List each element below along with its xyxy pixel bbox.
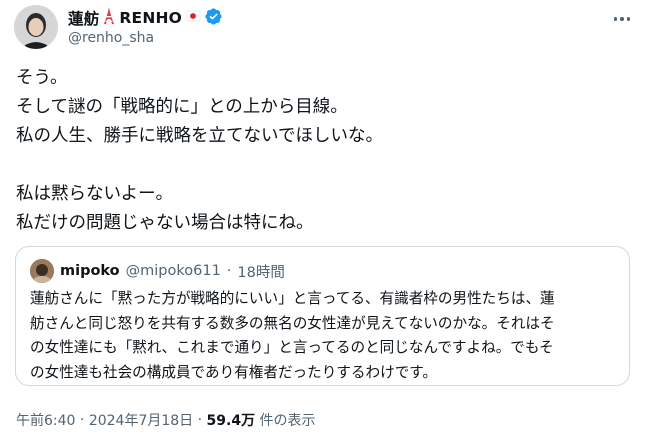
author-name-row[interactable]: 蓮舫 RENHO xyxy=(68,7,223,29)
quoted-author-handle: @mipoko611 xyxy=(125,263,221,279)
post-date[interactable]: 2024年7月18日 xyxy=(89,410,193,430)
quoted-tweet-text: 蓮舫さんに「黙った方が戦略的にいい」と言ってる、有識者枠の男性たちは、蓮 舫さん… xyxy=(30,290,555,381)
verified-badge-icon xyxy=(204,7,223,30)
tweet-footer: 午前6:40 · 2024年7月18日 · 59.4万 件の表示 xyxy=(16,410,316,430)
quoted-author-name: mipoko xyxy=(60,263,120,279)
view-count-label: 件の表示 xyxy=(255,413,316,429)
author-handle[interactable]: @renho_sha xyxy=(68,30,154,46)
tower-icon xyxy=(102,7,116,29)
avatar[interactable] xyxy=(14,5,58,49)
japan-flag-icon xyxy=(185,8,201,28)
quoted-author-avatar xyxy=(30,259,54,283)
quoted-meta-separator: · xyxy=(226,263,232,279)
view-count: 59.4万 xyxy=(206,413,256,429)
footer-separator: · xyxy=(75,412,89,428)
tweet-text: そう。 そして謎の「戦略的に」との上から目線。 私の人生、勝手に戦略を立てないで… xyxy=(16,68,383,233)
author-display-name-en[interactable]: RENHO xyxy=(119,9,182,27)
quoted-timestamp: 18時間 xyxy=(237,264,285,281)
author-display-name[interactable]: 蓮舫 xyxy=(68,7,99,29)
quoted-tweet-header: mipoko @mipoko611 · 18時間 xyxy=(30,259,285,283)
more-options-icon[interactable] xyxy=(611,8,633,30)
post-time[interactable]: 午前6:40 xyxy=(16,410,75,430)
quoted-tweet[interactable]: mipoko @mipoko611 · 18時間 蓮舫さんに「黙った方が戦略的に… xyxy=(15,246,630,386)
footer-separator-2: · xyxy=(193,412,207,428)
